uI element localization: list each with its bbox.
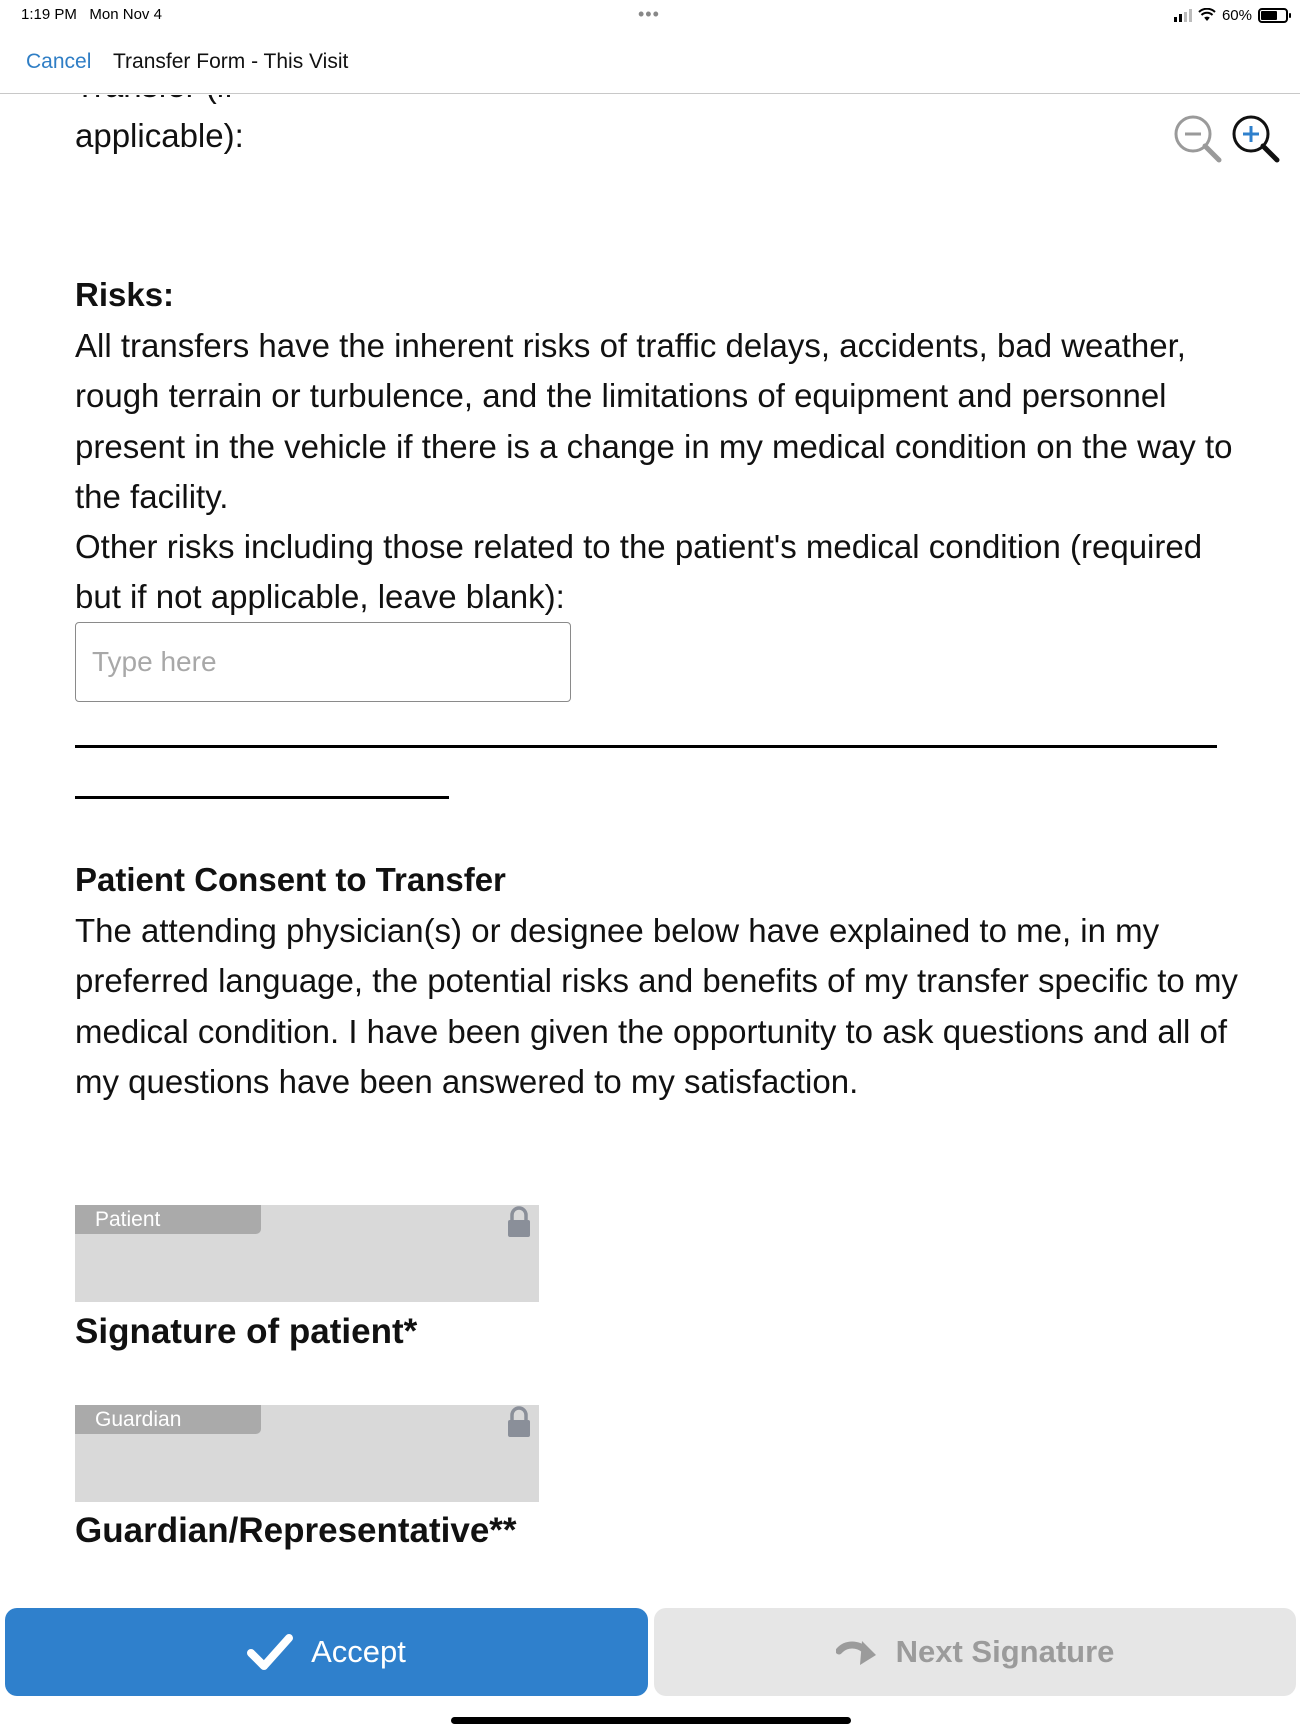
status-clock: 1:19 PM: [21, 6, 77, 23]
lock-icon: [508, 1206, 530, 1237]
consent-heading: Patient Consent to Transfer: [75, 861, 506, 898]
accept-button[interactable]: Accept: [5, 1608, 648, 1696]
zoom-in-icon[interactable]: [1230, 113, 1282, 165]
zoom-out-icon[interactable]: [1172, 113, 1224, 165]
next-signature-button[interactable]: Next Signature: [654, 1608, 1296, 1696]
next-signature-label: Next Signature: [895, 1634, 1115, 1669]
wifi-icon: [1198, 8, 1216, 21]
clipped-label-line1: Transfer (if: [75, 95, 244, 111]
other-risks-paragraph: Other risks including those related to t…: [75, 528, 1203, 616]
guardian-signature-tag: Guardian: [75, 1405, 261, 1434]
navigation-bar: Cancel Transfer Form - This Visit: [0, 38, 1300, 94]
blank-line-1: [75, 745, 1217, 748]
blank-line-2: [75, 796, 449, 799]
risks-paragraph: All transfers have the inherent risks of…: [75, 327, 1233, 516]
patient-signature-tag: Patient: [75, 1205, 261, 1234]
consent-paragraph: The attending physician(s) or designee b…: [75, 912, 1238, 1101]
cellular-signal-icon: [1173, 8, 1192, 22]
risks-heading: Risks:: [75, 276, 175, 313]
patient-signature-label: Signature of patient*: [75, 1312, 418, 1351]
home-indicator[interactable]: [451, 1717, 851, 1724]
redo-arrow-icon: [835, 1641, 876, 1665]
patient-signature-box[interactable]: Patient: [75, 1205, 539, 1302]
guardian-signature-box[interactable]: Guardian: [75, 1405, 539, 1502]
accept-label: Accept: [311, 1634, 406, 1669]
other-risks-input[interactable]: [75, 622, 571, 702]
guardian-signature-label: Guardian/Representative**: [75, 1511, 517, 1550]
status-indicators: 60%: [1173, 5, 1291, 25]
checkmark-icon: [247, 1634, 294, 1670]
battery-icon: [1258, 7, 1291, 23]
form-document[interactable]: Transfer (if applicable): Risks: All tra…: [0, 95, 1300, 1595]
cancel-button[interactable]: Cancel: [26, 50, 91, 74]
status-bar: 1:19 PM Mon Nov 4 ••• 60%: [0, 0, 1300, 30]
multitasking-dots-icon[interactable]: •••: [638, 4, 660, 25]
status-date: Mon Nov 4: [89, 6, 162, 23]
page-title: Transfer Form - This Visit: [113, 50, 349, 73]
lock-icon: [508, 1406, 530, 1437]
status-time: 1:19 PM Mon Nov 4: [21, 6, 162, 23]
battery-percent: 60%: [1221, 6, 1252, 24]
clipped-field-label: Transfer (if applicable):: [75, 95, 244, 161]
clipped-label-line2: applicable):: [75, 117, 244, 154]
